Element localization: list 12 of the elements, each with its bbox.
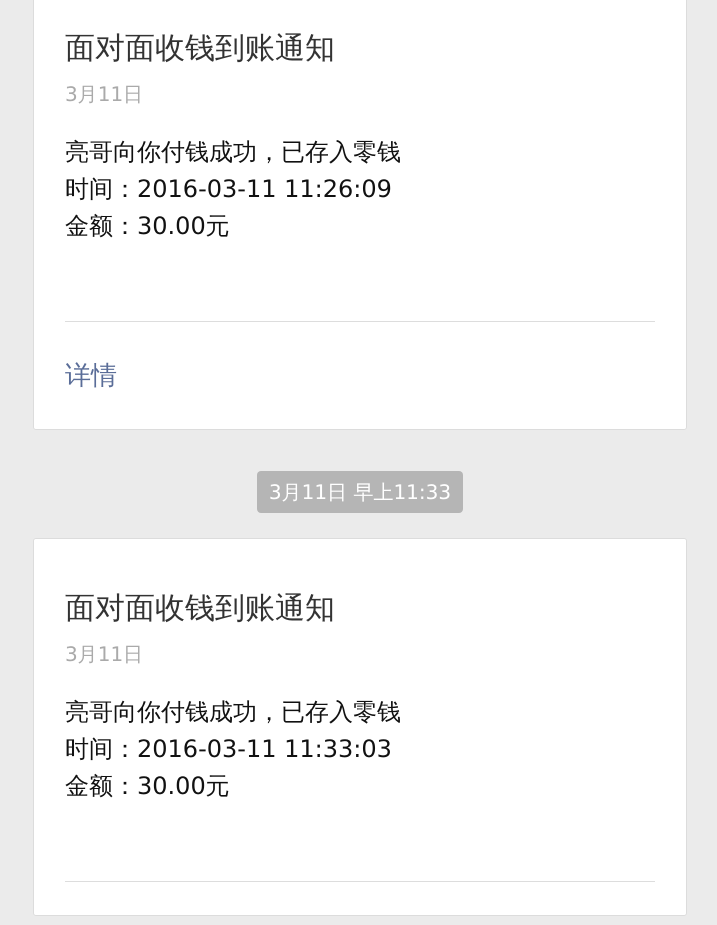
- card-text: 金额：30.00元: [65, 771, 231, 802]
- details-link[interactable]: 详情: [65, 356, 117, 396]
- card-text: 亮哥向你付钱成功，已存入零钱: [65, 137, 402, 168]
- card-text: 时间：2016-03-11 11:33:03: [65, 734, 393, 765]
- card-title: 面对面收钱到账通知: [65, 30, 336, 68]
- card-text: 亮哥向你付钱成功，已存入零钱: [65, 697, 402, 728]
- card-date: 3月11日: [65, 81, 144, 108]
- timestamp-label: 3月11日 早上11:33: [256, 471, 464, 513]
- card-text: 时间：2016-03-11 11:26:09: [65, 174, 393, 205]
- card-title: 面对面收钱到账通知: [65, 590, 336, 628]
- card-date: 3月11日: [65, 641, 144, 668]
- card-text: 金额：30.00元: [65, 211, 231, 242]
